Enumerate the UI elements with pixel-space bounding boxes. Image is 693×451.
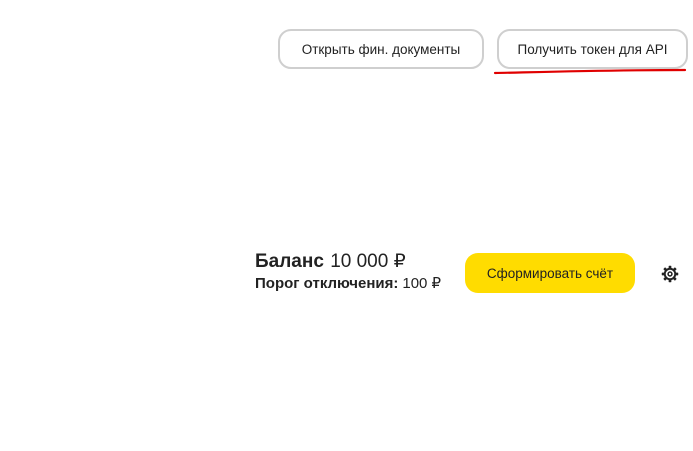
open-financial-documents-button[interactable]: Открыть фин. документы xyxy=(278,29,484,69)
balance-line: Баланс 10 000 ₽ xyxy=(255,251,455,273)
get-api-token-label: Получить токен для API xyxy=(517,41,668,57)
get-api-token-button[interactable]: Получить токен для API xyxy=(497,29,688,69)
disconnect-threshold-value: 100 ₽ xyxy=(402,275,442,292)
disconnect-threshold-label: Порог отключения: xyxy=(255,275,399,292)
balance-value: 10 000 ₽ xyxy=(330,251,406,272)
generate-invoice-label: Сформировать счёт xyxy=(486,265,614,281)
red-underline-annotation xyxy=(493,68,687,75)
disconnect-threshold-line: Порог отключения: 100 ₽ xyxy=(255,274,455,294)
balance-label: Баланс xyxy=(255,251,324,272)
gear-icon[interactable] xyxy=(661,265,679,283)
open-financial-documents-label: Открыть фин. документы xyxy=(301,41,461,57)
generate-invoice-button[interactable]: Сформировать счёт xyxy=(465,253,635,293)
balance-summary: Баланс 10 000 ₽ Порог отключения: 100 ₽ xyxy=(255,251,455,294)
